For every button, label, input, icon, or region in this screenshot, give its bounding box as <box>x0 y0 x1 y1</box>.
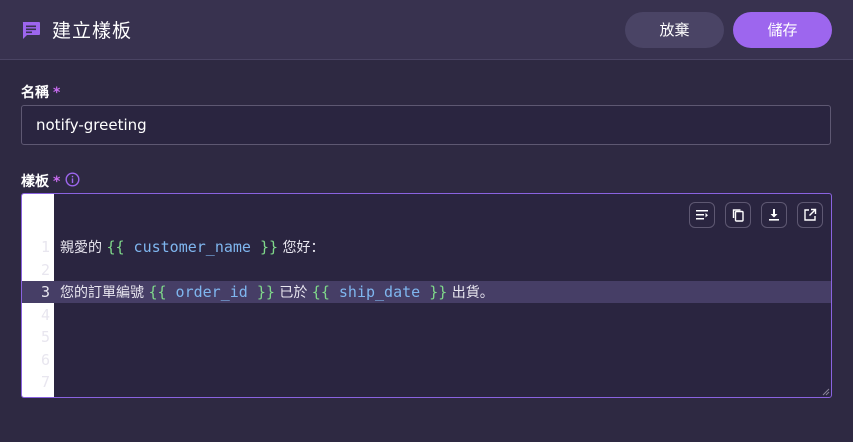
line-number: 2 <box>40 260 50 279</box>
template-brace: }} <box>429 283 448 301</box>
copy-button[interactable] <box>725 202 751 228</box>
template-text: 已於 <box>274 285 312 301</box>
template-brace: {{ <box>148 283 167 301</box>
download-button[interactable] <box>761 202 787 228</box>
resize-handle-icon[interactable] <box>822 388 830 396</box>
cancel-button[interactable]: 放棄 <box>625 12 724 48</box>
line-content: 您的訂單編號 {{ order_id }} 已於 {{ ship_date }}… <box>60 281 494 304</box>
template-field-label: 樣板 * <box>21 171 60 191</box>
editor-line[interactable]: 1 親愛的 {{ customer_name }} 您好： <box>22 236 831 258</box>
template-variable: customer_name <box>124 238 260 256</box>
line-content: 親愛的 {{ customer_name }} 您好： <box>60 236 325 259</box>
editor-line[interactable]: 3 您的訂單編號 {{ order_id }} 已於 {{ ship_date }… <box>22 281 831 303</box>
line-number: 4 <box>40 305 50 324</box>
editor-line[interactable]: 7 <box>22 371 831 393</box>
editor-line[interactable]: 2 <box>22 259 831 281</box>
required-mark: * <box>53 85 61 101</box>
required-mark: * <box>53 174 61 190</box>
template-label-text: 樣板 <box>21 174 49 190</box>
template-text: 您好： <box>278 240 325 256</box>
dialog-header: 建立樣板 放棄 儲存 <box>0 0 853 60</box>
copy-icon <box>732 209 744 222</box>
wrap-button[interactable] <box>689 202 715 228</box>
dialog-title: 建立樣板 <box>52 20 133 42</box>
name-field-label: 名稱 * <box>21 82 60 102</box>
save-button[interactable]: 儲存 <box>733 12 832 48</box>
editor-line[interactable]: 5 <box>22 326 831 348</box>
open-external-button[interactable] <box>797 202 823 228</box>
line-number: 1 <box>40 238 50 256</box>
template-text: 出貨。 <box>447 285 494 301</box>
name-input[interactable] <box>21 105 831 145</box>
wrap-icon <box>696 210 708 220</box>
download-icon <box>769 209 779 221</box>
line-number: 6 <box>40 350 50 369</box>
open-external-icon <box>804 208 817 221</box>
template-brace: {{ <box>311 283 330 301</box>
template-brace: }} <box>256 283 275 301</box>
template-brace: {{ <box>106 238 125 256</box>
template-icon <box>22 22 40 39</box>
line-number: 7 <box>40 373 50 391</box>
template-text: 您的訂單編號 <box>60 285 149 301</box>
name-label-text: 名稱 <box>21 85 49 101</box>
line-number: 3 <box>22 281 50 303</box>
template-brace: }} <box>259 238 279 256</box>
line-number: 5 <box>40 328 50 346</box>
template-editor[interactable]: 1 親愛的 {{ customer_name }} 您好： 2 3 您的訂單編號 {{ … <box>21 193 832 398</box>
template-variable: order_id <box>166 283 257 301</box>
editor-line[interactable]: 6 <box>22 349 831 371</box>
template-variable: ship_date <box>329 283 430 301</box>
template-text: 親愛的 <box>60 240 107 256</box>
info-icon[interactable] <box>65 172 80 187</box>
editor-line[interactable]: 4 <box>22 304 831 326</box>
